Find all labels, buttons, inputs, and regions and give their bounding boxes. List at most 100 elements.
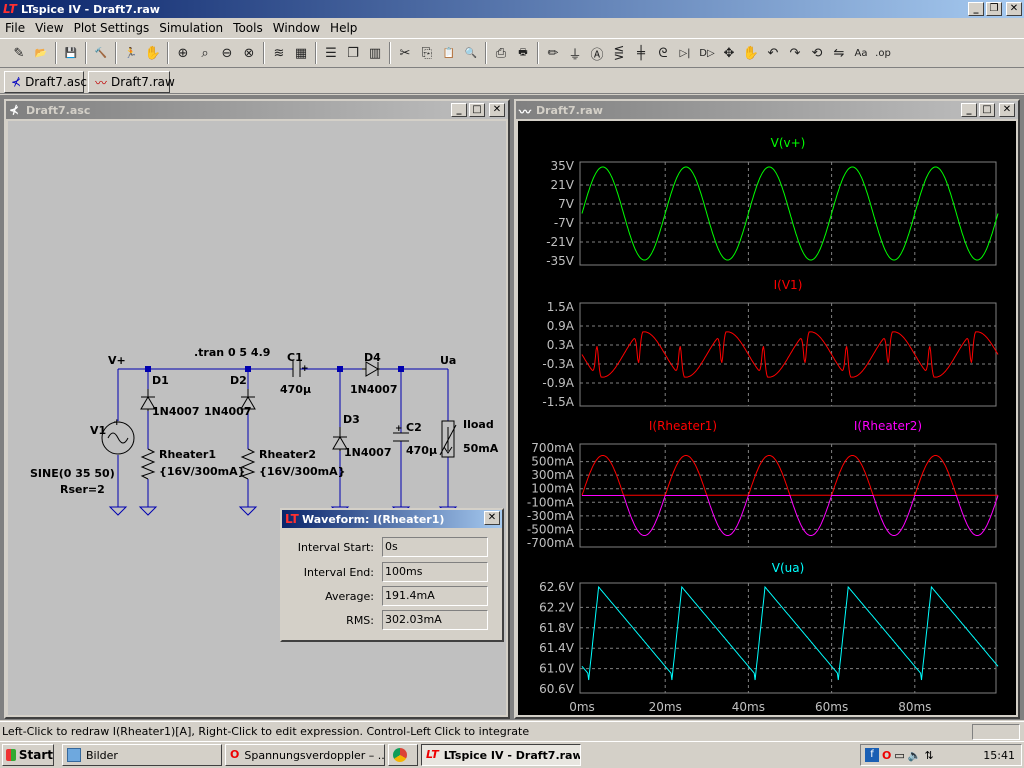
- zoom-in-icon[interactable]: ⊕: [172, 42, 194, 64]
- waveform-minimize-button[interactable]: _: [961, 103, 977, 117]
- waveform-plot[interactable]: 35V 21V 7V -7V -21V -35V V(v+) 1.5A 0.9A 0.3A -0.3…: [518, 121, 1016, 717]
- task-chrome[interactable]: [388, 744, 418, 766]
- y-tick-label: 0.9A: [547, 319, 575, 333]
- tray-volume-icon[interactable]: 🔈: [908, 749, 922, 762]
- start-button[interactable]: Start: [2, 744, 54, 766]
- diode-icon[interactable]: ▷|: [674, 42, 696, 64]
- d2-label: D2: [230, 374, 247, 387]
- open-icon[interactable]: 📂: [30, 42, 52, 64]
- r1-label: Rheater1: [159, 448, 216, 461]
- menu-file[interactable]: File: [0, 21, 30, 35]
- find-icon[interactable]: 🔍: [460, 42, 482, 64]
- move-icon[interactable]: ✥: [718, 42, 740, 64]
- plot-pane-frame: [579, 582, 997, 694]
- tab-draft7-asc[interactable]: ⊀ Draft7.asc: [4, 71, 87, 93]
- task-browser-opera[interactable]: O Spannungsverdoppler – ...: [225, 744, 385, 766]
- schematic-window-title-bar[interactable]: ⊀ Draft7.asc _ □ ✕: [6, 101, 508, 119]
- tab-draft7-raw[interactable]: 〰 Draft7.raw: [88, 71, 175, 93]
- wire-icon[interactable]: ✏: [542, 42, 564, 64]
- trace-label[interactable]: I(Rheater1): [649, 419, 717, 433]
- control-panel-icon[interactable]: 🔨: [90, 42, 112, 64]
- minimize-button[interactable]: _: [968, 2, 984, 16]
- capacitor-icon[interactable]: ╪: [630, 42, 652, 64]
- spice-directive-icon[interactable]: .op: [872, 42, 894, 64]
- component-icon[interactable]: D▷: [696, 42, 718, 64]
- d3-label: D3: [343, 413, 360, 426]
- trace-label[interactable]: I(V1): [774, 278, 803, 292]
- inductor-icon[interactable]: ᘓ: [652, 42, 674, 64]
- x-tick-label: 20ms: [649, 700, 682, 714]
- rms-field[interactable]: 302.03mA: [382, 610, 488, 630]
- toolbar-separator: [263, 42, 265, 64]
- schematic-maximize-button[interactable]: □: [469, 103, 485, 117]
- y-tick-label: -7V: [554, 216, 575, 230]
- average-field[interactable]: 191.4mA: [382, 586, 488, 606]
- text-icon[interactable]: Aa: [850, 42, 872, 64]
- task-bilder[interactable]: Bilder: [62, 744, 222, 766]
- save-icon[interactable]: 💾: [60, 42, 82, 64]
- autorange-icon[interactable]: ≋: [268, 42, 290, 64]
- menu-window[interactable]: Window: [268, 21, 325, 35]
- interval-start-field[interactable]: 0s: [382, 537, 488, 557]
- tray-monitor-icon[interactable]: ▭: [894, 749, 904, 762]
- zoom-out-icon[interactable]: ⊖: [216, 42, 238, 64]
- interval-end-row: Interval End: 100ms: [286, 562, 496, 582]
- tray-f-icon[interactable]: f: [865, 748, 879, 762]
- tile-horizontal-icon[interactable]: ☰: [320, 42, 342, 64]
- r2-value: {16V/300mA}: [259, 465, 345, 478]
- d1-label: D1: [152, 374, 169, 387]
- dialog-close-button[interactable]: ✕: [484, 511, 500, 525]
- ground-icon[interactable]: ⏚: [564, 42, 586, 64]
- redo-icon[interactable]: ↷: [784, 42, 806, 64]
- waveform-plot-area[interactable]: 35V 21V 7V -7V -21V -35V V(v+) 1.5A 0.9A 0.3A -0.3…: [518, 121, 1016, 715]
- y-tick-label: 300mA: [531, 468, 575, 482]
- task-ltspice[interactable]: LT LTspice IV - Draft7.raw: [421, 744, 581, 766]
- menu-simulation[interactable]: Simulation: [154, 21, 228, 35]
- waveform-icon: 〰: [95, 75, 108, 90]
- mirror-icon[interactable]: ⇋: [828, 42, 850, 64]
- cascade-icon[interactable]: ❐: [342, 42, 364, 64]
- r2-label: Rheater2: [259, 448, 316, 461]
- status-text: Left-Click to redraw I(Rheater1)[A], Rig…: [2, 725, 530, 738]
- restore-button[interactable]: ❐: [986, 2, 1002, 16]
- waveform-window-title-bar[interactable]: 〰 Draft7.raw _ □ ✕: [516, 101, 1018, 119]
- menu-plot-settings[interactable]: Plot Settings: [69, 21, 155, 35]
- cut-icon[interactable]: ✂: [394, 42, 416, 64]
- drag-icon[interactable]: ✋: [740, 42, 762, 64]
- y-tick-label: 35V: [551, 159, 575, 173]
- toolbar-separator: [115, 42, 117, 64]
- trace-label[interactable]: V(ua): [772, 561, 805, 575]
- rotate-icon[interactable]: ⟲: [806, 42, 828, 64]
- print-preview-icon[interactable]: ⎙: [490, 42, 512, 64]
- undo-icon[interactable]: ↶: [762, 42, 784, 64]
- schematic-minimize-button[interactable]: _: [451, 103, 467, 117]
- print-icon[interactable]: 🖶: [512, 42, 534, 64]
- waveform-maximize-button[interactable]: □: [979, 103, 995, 117]
- paste-icon[interactable]: 📋: [438, 42, 460, 64]
- waveform-close-button[interactable]: ✕: [999, 103, 1015, 117]
- toolbar-separator: [167, 42, 169, 64]
- menu-tools[interactable]: Tools: [228, 21, 268, 35]
- trace-label[interactable]: I(Rheater2): [854, 419, 922, 433]
- halt-icon[interactable]: ✋: [142, 42, 164, 64]
- waveform-dialog-title-bar[interactable]: LT Waveform: I(Rheater1) ✕: [282, 510, 502, 528]
- spice-directive[interactable]: .tran 0 5 4.9: [194, 346, 270, 359]
- label-icon[interactable]: Ⓐ: [586, 42, 608, 64]
- menu-view[interactable]: View: [30, 21, 68, 35]
- run-icon[interactable]: 🏃: [120, 42, 142, 64]
- tile-vertical-icon[interactable]: ▥: [364, 42, 386, 64]
- zoom-pan-icon[interactable]: ⌕: [194, 42, 216, 64]
- zoom-cancel-icon[interactable]: ⊗: [238, 42, 260, 64]
- trace-label[interactable]: V(v+): [771, 136, 806, 150]
- new-schematic-icon[interactable]: ✎: [8, 42, 30, 64]
- grid-icon[interactable]: ▦: [290, 42, 312, 64]
- tray-opera-icon[interactable]: O: [882, 749, 891, 762]
- menu-help[interactable]: Help: [325, 21, 362, 35]
- tray-network-icon[interactable]: ⇅: [924, 749, 933, 762]
- start-label: Start: [18, 748, 53, 762]
- close-button[interactable]: ✕: [1006, 2, 1022, 16]
- resistor-icon[interactable]: ⋚: [608, 42, 630, 64]
- schematic-close-button[interactable]: ✕: [489, 103, 505, 117]
- interval-end-field[interactable]: 100ms: [382, 562, 488, 582]
- copy-icon[interactable]: ⎘: [416, 42, 438, 64]
